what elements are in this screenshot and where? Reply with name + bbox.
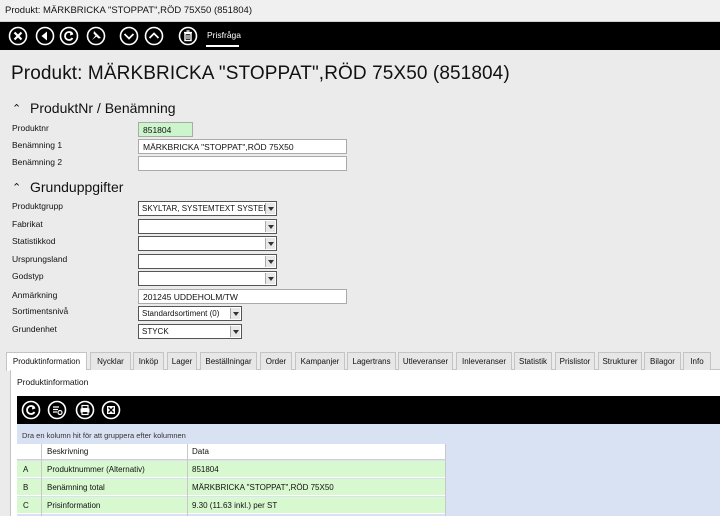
benamning1-field[interactable]: MÄRKBRICKA "STOPPAT",RÖD 75X50 bbox=[138, 139, 347, 154]
tab-produktinformation[interactable]: Produktinformation bbox=[6, 352, 87, 371]
field-label-produktnr: Produktnr bbox=[12, 123, 49, 133]
sortimentsniva-select[interactable]: Standardsortiment (0) bbox=[138, 306, 242, 321]
field-label-benamning2: Benämning 2 bbox=[12, 157, 63, 167]
tab-statistik[interactable]: Statistik bbox=[514, 352, 552, 370]
settings-list-icon[interactable] bbox=[47, 400, 67, 420]
print-icon[interactable] bbox=[75, 400, 95, 420]
panel-toolbar bbox=[17, 396, 720, 424]
column-header-beskrivning[interactable]: Beskrivning bbox=[47, 447, 88, 456]
section-title: ProduktNr / Benämning bbox=[30, 100, 176, 116]
section-grunduppgifter[interactable]: ⌃ Grunduppgifter bbox=[12, 179, 123, 195]
ursprungsland-select[interactable] bbox=[138, 254, 277, 269]
chevron-down-icon[interactable] bbox=[265, 221, 275, 232]
row-data: 851804 bbox=[192, 465, 219, 474]
chevron-down-icon[interactable] bbox=[265, 256, 275, 267]
field-label-ursprungsland: Ursprungsland bbox=[12, 254, 68, 264]
field-label-fabrikat: Fabrikat bbox=[12, 219, 43, 229]
grid-header: Beskrivning Data bbox=[17, 444, 445, 460]
row-data: MÄRKBRICKA "STOPPAT",RÖD 75X50 bbox=[192, 483, 334, 492]
tab-kampanjer[interactable]: Kampanjer bbox=[295, 352, 345, 370]
panel-title: Produktinformation bbox=[17, 377, 89, 387]
table-row[interactable]: A Produktnummer (Alternativ) 851804 bbox=[17, 461, 445, 478]
tab-info[interactable]: Info bbox=[683, 352, 711, 370]
fabrikat-select[interactable] bbox=[138, 219, 277, 234]
tab-strukturer[interactable]: Strukturer bbox=[598, 352, 642, 370]
produktinformation-panel: Produktinformation Dra en kolumn hit för… bbox=[10, 370, 720, 516]
page-title: Produkt: MÄRKBRICKA "STOPPAT",RÖD 75X50 … bbox=[11, 63, 510, 84]
row-key: B bbox=[23, 483, 29, 492]
section-produktnr[interactable]: ⌃ ProduktNr / Benämning bbox=[12, 100, 176, 116]
tab-prislistor[interactable]: Prislistor bbox=[555, 352, 595, 370]
chevron-up-icon[interactable] bbox=[144, 26, 164, 46]
godstyp-select[interactable] bbox=[138, 271, 277, 286]
sortimentsniva-value: Standardsortiment (0) bbox=[142, 309, 220, 318]
group-by-area[interactable]: Dra en kolumn hit för att gruppera efter… bbox=[17, 424, 720, 444]
chevron-up-icon[interactable]: ⌃ bbox=[12, 181, 24, 194]
field-label-statistikkod: Statistikkod bbox=[12, 236, 56, 246]
chevron-down-icon[interactable] bbox=[265, 273, 275, 284]
field-label-benamning1: Benämning 1 bbox=[12, 140, 63, 150]
row-key: C bbox=[23, 501, 29, 510]
tab-strip: Produktinformation Nycklar Inköp Lager B… bbox=[6, 352, 720, 371]
grundenhet-select[interactable]: STYCK bbox=[138, 324, 242, 339]
product-info-grid: Beskrivning Data A Produktnummer (Altern… bbox=[17, 444, 720, 516]
active-tab-indicator bbox=[206, 45, 239, 47]
row-key: A bbox=[23, 465, 29, 474]
close-icon[interactable] bbox=[8, 26, 28, 46]
group-hint: Dra en kolumn hit för att gruppera efter… bbox=[22, 431, 186, 440]
refresh-icon[interactable] bbox=[21, 400, 41, 420]
chevron-down-icon[interactable] bbox=[119, 26, 139, 46]
table-row[interactable]: C Prisinformation 9.30 (11.63 inkl.) per… bbox=[17, 497, 445, 514]
statistikkod-select[interactable] bbox=[138, 236, 277, 251]
delete-icon[interactable] bbox=[178, 26, 198, 46]
field-label-anmarkning: Anmärkning bbox=[12, 290, 58, 300]
export-icon[interactable] bbox=[101, 400, 121, 420]
column-divider bbox=[445, 444, 446, 516]
produktgrupp-select[interactable]: SKYLTAR, SYSTEMTEXT SYSTEM bbox=[138, 201, 277, 216]
section-title: Grunduppgifter bbox=[30, 179, 124, 195]
back-icon[interactable] bbox=[35, 26, 55, 46]
tab-order[interactable]: Order bbox=[260, 352, 292, 370]
pin-icon[interactable] bbox=[86, 26, 106, 46]
field-label-grundenhet: Grundenhet bbox=[12, 324, 57, 334]
column-header-data[interactable]: Data bbox=[192, 447, 209, 456]
field-label-sortimentsniva: Sortimentsnivå bbox=[12, 306, 69, 316]
main-toolbar: Prisfråga bbox=[0, 22, 720, 50]
tab-lager[interactable]: Lager bbox=[167, 352, 197, 370]
chevron-up-icon[interactable]: ⌃ bbox=[12, 102, 24, 115]
chevron-down-icon[interactable] bbox=[265, 203, 275, 214]
field-label-produktgrupp: Produktgrupp bbox=[12, 201, 64, 211]
anmarkning-field[interactable]: 201245 UDDEHOLM/TW bbox=[138, 289, 347, 304]
column-divider bbox=[187, 444, 188, 516]
tab-utleveranser[interactable]: Utleveranser bbox=[398, 352, 453, 370]
table-row[interactable]: B Benämning total MÄRKBRICKA "STOPPAT",R… bbox=[17, 479, 445, 496]
refresh-icon[interactable] bbox=[59, 26, 79, 46]
tab-bestallningar[interactable]: Beställningar bbox=[200, 352, 257, 370]
column-divider bbox=[41, 444, 42, 516]
tab-inleveranser[interactable]: Inleveranser bbox=[456, 352, 512, 370]
tab-bilagor[interactable]: Bilagor bbox=[644, 352, 681, 370]
chevron-down-icon[interactable] bbox=[230, 326, 240, 337]
window-title: Produkt: MÄRKBRICKA "STOPPAT",RÖD 75X50 … bbox=[5, 5, 252, 16]
chevron-down-icon[interactable] bbox=[230, 308, 240, 319]
produktnr-field[interactable]: 851804 bbox=[138, 122, 193, 137]
row-data: 9.30 (11.63 inkl.) per ST bbox=[192, 501, 278, 510]
field-label-godstyp: Godstyp bbox=[12, 271, 44, 281]
tab-inkop[interactable]: Inköp bbox=[133, 352, 164, 370]
tab-nycklar[interactable]: Nycklar bbox=[90, 352, 131, 370]
row-description: Produktnummer (Alternativ) bbox=[47, 465, 145, 474]
produktgrupp-value: SKYLTAR, SYSTEMTEXT SYSTEM bbox=[142, 204, 271, 213]
tab-prisfraga[interactable]: Prisfråga bbox=[207, 30, 241, 40]
window-title-bar: Produkt: MÄRKBRICKA "STOPPAT",RÖD 75X50 … bbox=[0, 0, 720, 22]
chevron-down-icon[interactable] bbox=[265, 238, 275, 249]
row-description: Benämning total bbox=[47, 483, 105, 492]
grundenhet-value: STYCK bbox=[142, 327, 169, 336]
row-description: Prisinformation bbox=[47, 501, 101, 510]
tab-lagertrans[interactable]: Lagertrans bbox=[347, 352, 396, 370]
benamning2-field[interactable] bbox=[138, 156, 347, 171]
